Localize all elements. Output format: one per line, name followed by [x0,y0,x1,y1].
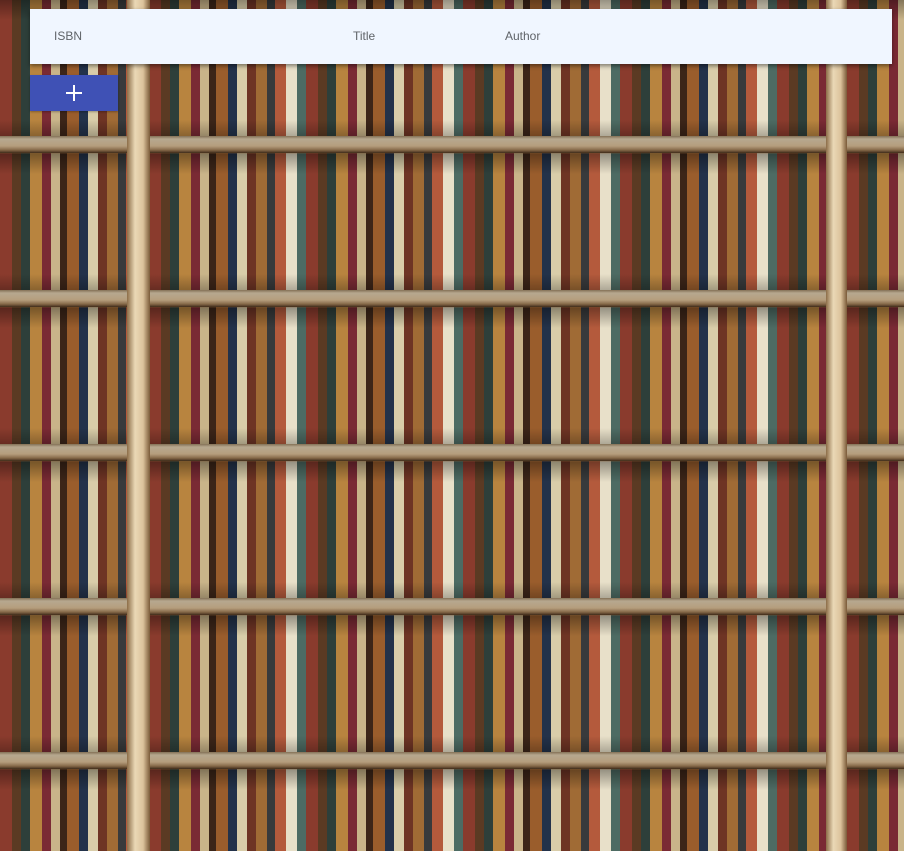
table-header: ISBN Title Author [30,9,892,64]
bookshelf-right [847,0,904,851]
plus-icon [66,85,82,101]
add-book-button[interactable] [30,75,118,111]
bookshelf-background [0,0,904,851]
bookshelf-left [0,0,128,851]
bookshelf-center [149,0,827,851]
shelf-upright [826,0,847,851]
column-header-isbn[interactable]: ISBN [54,9,82,64]
shelf-upright [127,0,150,851]
column-header-title[interactable]: Title [353,9,375,64]
column-header-author[interactable]: Author [505,9,540,64]
